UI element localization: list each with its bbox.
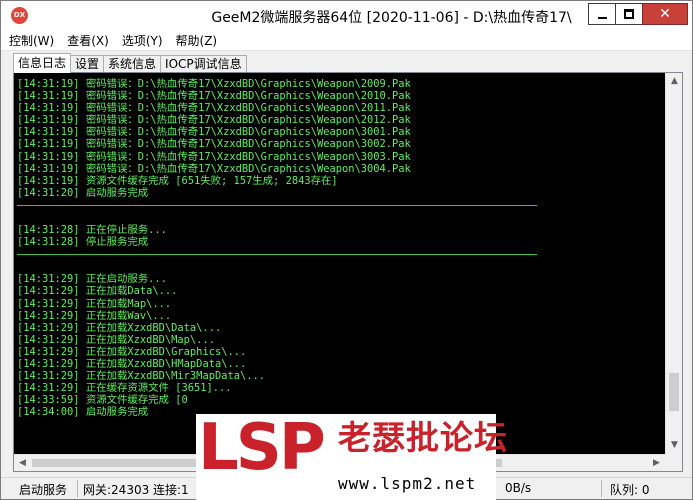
maximize-icon xyxy=(624,9,634,19)
watermark-lsp-text: LSP xyxy=(198,411,326,485)
log-line: [14:31:29] 正在缓存资源文件 [3651]... xyxy=(17,382,232,395)
log-line: [14:31:19] 密码错误：D:\热血传奇17\XzxdBD\Graphic… xyxy=(17,162,411,175)
scroll-down-icon[interactable]: ▼ xyxy=(666,437,683,454)
log-line: [14:31:29] 正在加载XzxdBD\Map\... xyxy=(17,333,215,346)
log-separator xyxy=(17,204,537,206)
watermark-lsp-logo: LSP xyxy=(198,416,326,480)
minimize-button[interactable] xyxy=(588,3,616,25)
tab-strip: 信息日志 设置 系统信息 IOCP调试信息 xyxy=(13,53,247,73)
log-line: [14:31:29] 正在加载Wav\... xyxy=(17,309,172,322)
log-separator xyxy=(17,254,537,256)
log-line: [14:33:59] 资源文件缓存完成 [0 xyxy=(17,394,188,407)
log-blank-line xyxy=(17,261,665,273)
status-connections: 连接:1 xyxy=(153,483,189,497)
window-controls: ✕ xyxy=(588,3,688,25)
log-line: [14:31:19] 密码错误：D:\热血传奇17\XzxdBD\Graphic… xyxy=(17,114,411,127)
log-panel: [14:31:19] 密码错误：D:\热血传奇17\XzxdBD\Graphic… xyxy=(13,72,683,472)
scroll-right-icon[interactable]: ▶ xyxy=(648,455,665,472)
log-line: [14:31:29] 正在加载Map\... xyxy=(17,297,172,310)
log-line: [14:31:29] 正在加载XzxdBD\HMapData\... xyxy=(17,357,247,370)
menu-control[interactable]: 控制(W) xyxy=(9,32,54,49)
menu-view[interactable]: 查看(X) xyxy=(67,32,109,49)
log-block-stop: [14:31:28] 正在停止服务... [14:31:28] 停止服务完成 xyxy=(17,224,665,248)
log-line: [14:31:29] 正在加载XzxdBD\Data\... xyxy=(17,321,222,334)
log-line: [14:31:20] 启动服务完成 xyxy=(17,186,149,199)
tab-system-info[interactable]: 系统信息 xyxy=(103,55,162,73)
menu-help[interactable]: 帮助(Z) xyxy=(176,32,218,49)
log-line: [14:31:19] 密码错误：D:\热血传奇17\XzxdBD\Graphic… xyxy=(17,150,411,163)
status-gateway: 网关:24303 xyxy=(83,483,150,497)
log-line: [14:31:19] 密码错误：D:\热血传奇17\XzxdBD\Graphic… xyxy=(17,78,411,90)
log-block-startup: [14:31:19] 密码错误：D:\热血传奇17\XzxdBD\Graphic… xyxy=(17,78,665,199)
watermark-logo: LSP 老瑟批论坛 www.lspm2.net xyxy=(196,414,507,500)
log-line: [14:31:19] 资源文件缓存完成 [651失败; 157生成; 2843存… xyxy=(17,174,338,187)
log-line: [14:31:29] 正在加载Data\... xyxy=(17,285,178,298)
status-speed: 0B/s xyxy=(505,481,532,495)
status-divider xyxy=(77,480,78,497)
window-title-text: GeeM2微端服务器64位 [2020-11-06] - D:\热血传奇17\ xyxy=(211,10,572,26)
log-line: [14:31:29] 正在加载XzxdBD\Mir3MapData\... xyxy=(17,370,265,383)
status-service: 启动服务 xyxy=(19,483,68,497)
log-line: [14:31:28] 正在停止服务... xyxy=(17,224,167,237)
log-line: [14:31:28] 停止服务完成 xyxy=(17,236,149,249)
close-button[interactable]: ✕ xyxy=(642,3,688,25)
minimize-icon xyxy=(598,17,607,19)
vertical-scroll-thumb[interactable] xyxy=(669,373,679,411)
menu-bar: 控制(W) 查看(X) 选项(Y) 帮助(Z) xyxy=(1,31,692,51)
scroll-up-icon[interactable]: ▲ xyxy=(666,73,683,90)
log-line: [14:31:19] 密码错误：D:\热血传奇17\XzxdBD\Graphic… xyxy=(17,102,411,115)
status-divider xyxy=(601,480,602,497)
log-block-restart: [14:31:29] 正在启动服务... [14:31:29] 正在加载Data\… xyxy=(17,273,665,418)
watermark-url: www.lspm2.net xyxy=(338,474,477,493)
log-line: [14:31:19] 密码错误：D:\热血传奇17\XzxdBD\Graphic… xyxy=(17,126,411,139)
title-bar[interactable]: DX GeeM2微端服务器64位 [2020-11-06] - D:\热血传奇1… xyxy=(1,1,692,31)
vertical-scrollbar[interactable]: ▲ ▼ xyxy=(665,73,682,454)
tab-iocp-debug[interactable]: IOCP调试信息 xyxy=(160,55,247,73)
log-line: [14:31:19] 密码错误：D:\热血传奇17\XzxdBD\Graphic… xyxy=(17,90,411,103)
log-console[interactable]: [14:31:19] 密码错误：D:\热血传奇17\XzxdBD\Graphic… xyxy=(14,73,665,471)
log-line: [14:31:19] 密码错误：D:\热血传奇17\XzxdBD\Graphic… xyxy=(17,138,411,151)
scrollbar-corner xyxy=(665,454,682,471)
status-queue: 队列: 0 xyxy=(610,483,650,497)
log-blank-line xyxy=(17,212,665,224)
close-icon: ✕ xyxy=(659,6,671,22)
tab-info-log[interactable]: 信息日志 xyxy=(13,53,72,73)
log-line: [14:31:29] 正在启动服务... xyxy=(17,273,167,286)
log-line: [14:31:29] 正在加载XzxdBD\Graphics\... xyxy=(17,345,247,358)
watermark-site-name: 老瑟批论坛 xyxy=(338,418,508,457)
menu-options[interactable]: 选项(Y) xyxy=(122,32,163,49)
tab-settings[interactable]: 设置 xyxy=(70,55,105,73)
scroll-left-icon[interactable]: ◀ xyxy=(14,455,31,472)
maximize-button[interactable] xyxy=(615,3,643,25)
